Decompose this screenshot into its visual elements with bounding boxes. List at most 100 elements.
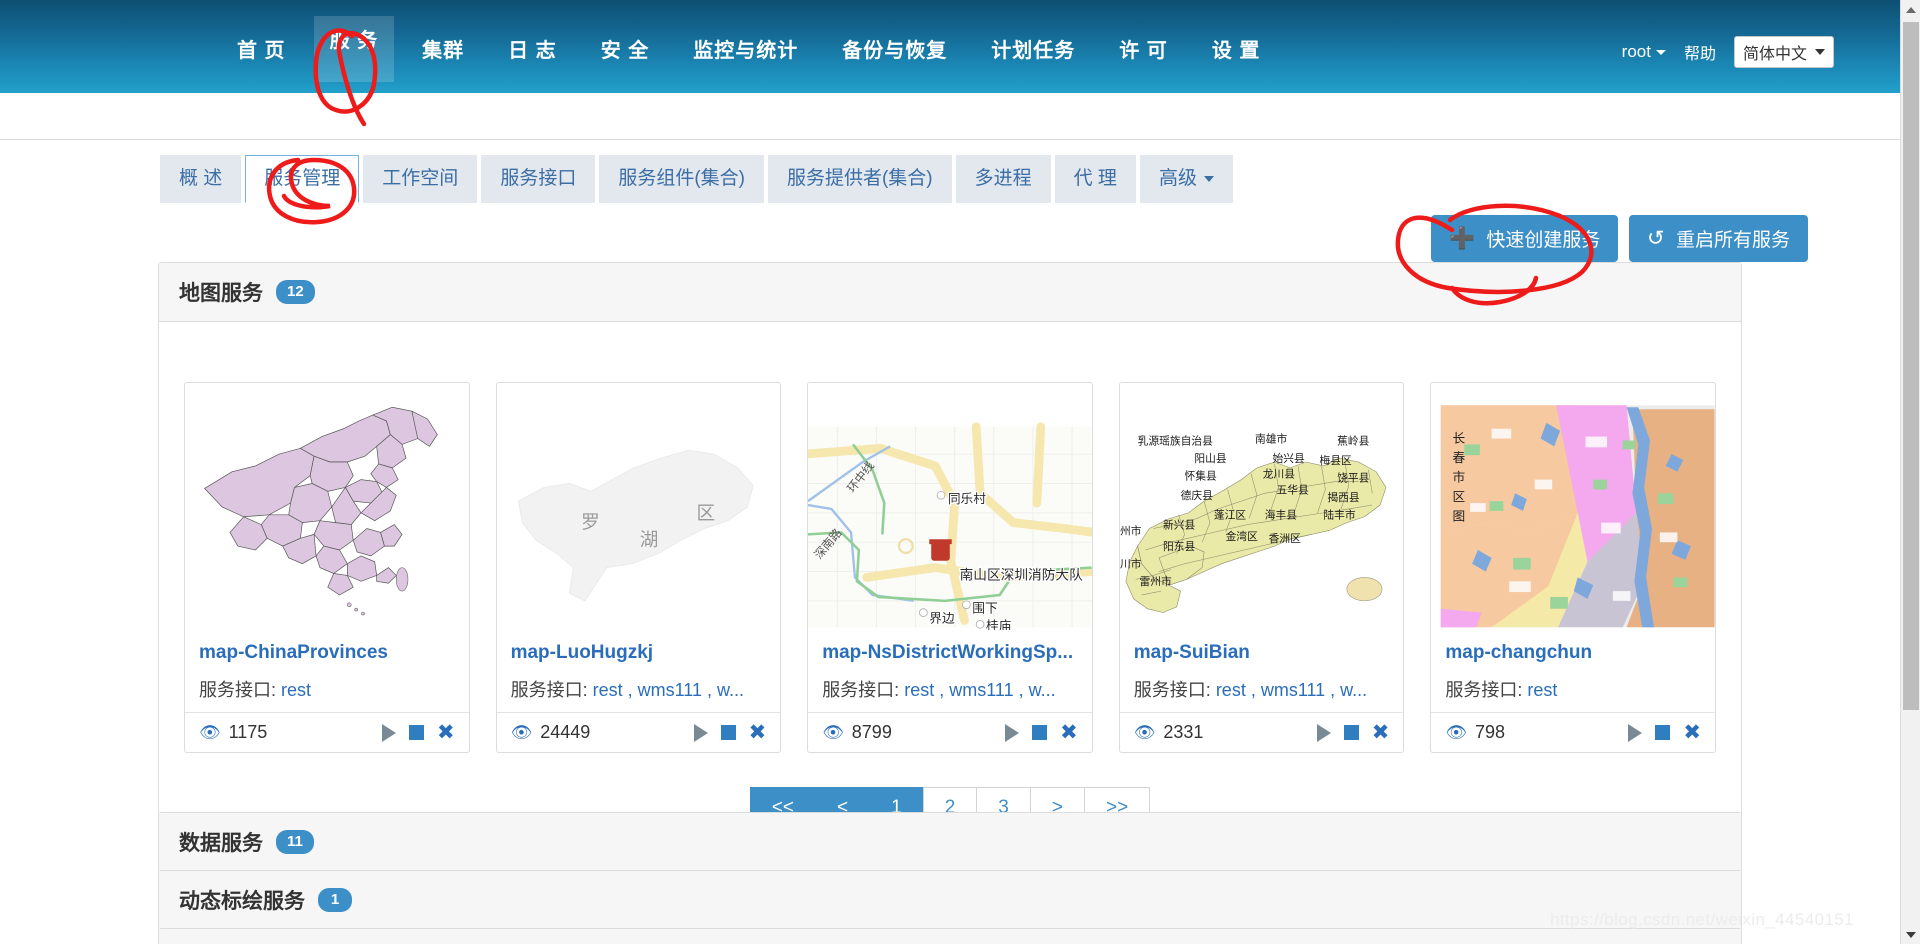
tab-proxy[interactable]: 代 理: [1054, 155, 1136, 203]
close-icon[interactable]: ✖: [1372, 722, 1390, 743]
nav-item-settings[interactable]: 设 置: [1196, 28, 1277, 74]
restart-all-services-button[interactable]: ↻ 重启所有服务: [1629, 215, 1808, 262]
play-icon[interactable]: [1005, 723, 1020, 742]
card-body: map-changchun 服务接口: rest: [1431, 630, 1715, 712]
eye-icon: 👁: [199, 722, 221, 742]
service-interface-row: 服务接口: rest , wms111 , w...: [822, 676, 1078, 702]
card-action-icons: ✖: [1005, 722, 1078, 743]
service-name-link[interactable]: map-SuiBian: [1134, 642, 1390, 664]
service-name-link[interactable]: map-ChinaProvinces: [199, 642, 455, 664]
svg-text:图: 图: [1453, 509, 1466, 524]
user-menu[interactable]: root: [1622, 42, 1666, 62]
eye-icon: 👁: [1445, 722, 1467, 742]
svg-text:春: 春: [1453, 450, 1466, 465]
nav-items: 首 页 服 务 集群 日 志 安 全 监控与统计 备份与恢复 计划任务 许 可 …: [215, 16, 1282, 82]
vertical-scrollbar[interactable]: [1900, 0, 1920, 944]
nav-item-service[interactable]: 服 务: [313, 16, 395, 82]
tab-service-interface[interactable]: 服务接口: [481, 155, 596, 203]
service-card[interactable]: 罗 湖 区 map-LuoHugzkj 服务接口: rest , wms111 …: [495, 382, 782, 753]
stop-icon[interactable]: [720, 725, 736, 740]
play-icon[interactable]: [1628, 723, 1643, 742]
service-interface-label: 服务接口:: [1133, 680, 1211, 700]
svg-text:五华县: 五华县: [1276, 483, 1309, 496]
plot-service-panel-header[interactable]: 动态标绘服务 1: [159, 871, 1741, 930]
svg-text:长: 长: [1453, 430, 1466, 445]
scroll-up-arrow[interactable]: [1901, 0, 1920, 19]
view-count-value: 24449: [540, 722, 591, 742]
language-select[interactable]: 简体中文: [1733, 36, 1834, 68]
service-interface-row: 服务接口: rest: [199, 676, 455, 702]
service-interface-label: 服务接口:: [510, 680, 588, 700]
card-body: map-NsDistrictWorkingSp... 服务接口: rest , …: [808, 630, 1092, 712]
next-service-panel: [158, 928, 1742, 944]
action-buttons: ➕ 快速创建服务 ↻ 重启所有服务: [1431, 215, 1808, 262]
service-card[interactable]: 长春 市区 图 map-changchun 服务接口: rest 👁 798 ✖: [1430, 382, 1716, 753]
help-link[interactable]: 帮助: [1684, 40, 1716, 64]
svg-text:川市: 川市: [1120, 558, 1142, 571]
chevron-down-icon: [1655, 50, 1666, 56]
service-card-list: map-ChinaProvinces 服务接口: rest 👁 1175 ✖ 罗…: [159, 322, 1741, 753]
svg-text:乳源瑶族自治县: 乳源瑶族自治县: [1137, 434, 1213, 447]
nav-item-cluster[interactable]: 集群: [406, 28, 480, 74]
stop-icon[interactable]: [1655, 725, 1671, 740]
close-icon[interactable]: ✖: [1060, 722, 1078, 743]
tab-advanced[interactable]: 高级: [1139, 155, 1233, 203]
quick-create-service-button[interactable]: ➕ 快速创建服务: [1431, 215, 1619, 262]
map-service-panel-header[interactable]: 地图服务 12: [159, 263, 1741, 322]
nav-item-log[interactable]: 日 志: [492, 28, 573, 74]
nav-item-monitoring[interactable]: 监控与统计: [677, 28, 814, 74]
watermark-text: https://blog.csdn.net/weixin_44540151: [1549, 910, 1854, 929]
view-count-value: 8799: [851, 722, 892, 742]
close-icon[interactable]: ✖: [437, 722, 455, 743]
view-count-value: 1175: [228, 722, 268, 742]
luohu-district-map-icon: 罗 湖 区: [517, 449, 754, 602]
nav-item-security[interactable]: 安 全: [585, 28, 666, 74]
svg-text:香洲区: 香洲区: [1268, 532, 1301, 545]
svg-text:州市: 州市: [1120, 524, 1142, 537]
svg-text:市: 市: [1453, 470, 1466, 485]
service-card[interactable]: 乳源瑶族自治县 南雄市 蕉岭县 阳山县 始兴县 梅县区 怀集县 龙川县 饶平县 …: [1118, 382, 1405, 753]
next-service-panel-header[interactable]: [159, 929, 1741, 944]
stop-icon[interactable]: [1032, 725, 1048, 740]
card-action-icons: ✖: [1628, 722, 1701, 743]
close-icon[interactable]: ✖: [1683, 722, 1701, 743]
tab-service-management[interactable]: 服务管理: [245, 155, 360, 203]
service-interface-row: 服务接口: rest: [1445, 676, 1701, 702]
service-interface-value: rest: [281, 680, 312, 700]
nav-item-license[interactable]: 许 可: [1103, 28, 1184, 74]
tab-overview[interactable]: 概 述: [160, 155, 242, 203]
service-name-link[interactable]: map-NsDistrictWorkingSp...: [822, 642, 1078, 664]
nav-item-backup[interactable]: 备份与恢复: [826, 28, 963, 74]
service-name-link[interactable]: map-LuoHugzkj: [511, 642, 767, 664]
service-interface-label: 服务接口:: [199, 680, 277, 700]
svg-text:阳山县: 阳山县: [1194, 452, 1227, 465]
tab-multiprocess[interactable]: 多进程: [955, 155, 1051, 203]
tab-workspace[interactable]: 工作空间: [363, 155, 478, 203]
play-icon[interactable]: [693, 723, 708, 742]
service-interface-value: rest , wms111 , w...: [592, 680, 744, 700]
tab-advanced-label: 高级: [1158, 168, 1197, 189]
quick-create-service-label: 快速创建服务: [1486, 230, 1601, 251]
service-name-link[interactable]: map-changchun: [1445, 642, 1701, 664]
nav-item-scheduled-tasks[interactable]: 计划任务: [975, 28, 1091, 74]
service-card[interactable]: map-ChinaProvinces 服务接口: rest 👁 1175 ✖: [184, 382, 470, 753]
eye-icon: 👁: [510, 722, 533, 742]
refresh-icon: ↻: [1647, 227, 1665, 250]
scroll-down-arrow[interactable]: [1901, 925, 1920, 944]
tab-service-providers[interactable]: 服务提供者(集合): [767, 155, 952, 203]
map-thumbnail: [185, 383, 469, 630]
scrollbar-thumb[interactable]: [1903, 22, 1919, 710]
user-menu-label: root: [1621, 42, 1651, 61]
stop-icon[interactable]: [408, 725, 424, 740]
close-icon[interactable]: ✖: [749, 722, 767, 743]
card-action-icons: ✖: [1316, 722, 1390, 743]
language-select-value: 简体中文: [1742, 46, 1807, 63]
tab-service-components[interactable]: 服务组件(集合): [599, 155, 764, 203]
nav-item-home[interactable]: 首 页: [221, 28, 302, 74]
play-icon[interactable]: [381, 723, 396, 742]
play-icon[interactable]: [1316, 723, 1331, 742]
card-action-icons: ✖: [693, 722, 767, 743]
data-service-panel-header[interactable]: 数据服务 11: [159, 813, 1741, 872]
stop-icon[interactable]: [1343, 725, 1359, 740]
service-card[interactable]: 同乐村 南山区深圳消防大队 围下 界边 桂庙 环中线 深南路 map-NsDis…: [807, 382, 1093, 753]
